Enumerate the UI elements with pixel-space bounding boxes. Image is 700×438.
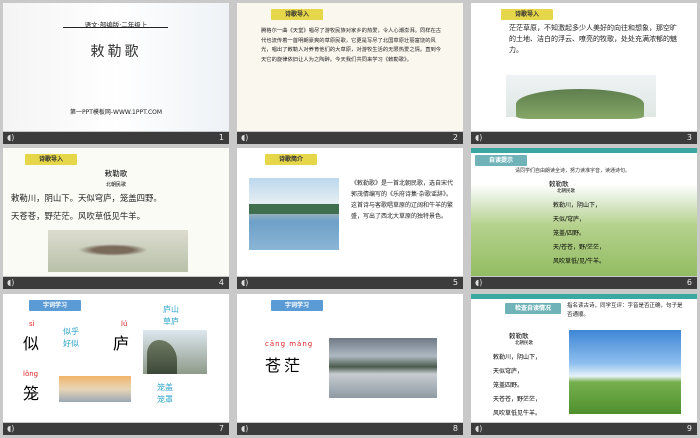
slide-number: 7 bbox=[218, 424, 224, 433]
words-lu: 庐山 草庐 bbox=[163, 305, 179, 326]
hill-image bbox=[506, 75, 656, 119]
section-tag: 诗歌导入 bbox=[271, 9, 323, 20]
top-stripe bbox=[471, 148, 697, 153]
speaker-icon[interactable]: ◖) bbox=[7, 423, 14, 435]
poem-dynasty: 北朝民歌 bbox=[515, 341, 533, 346]
slide-caption-4: ◖) 4 bbox=[3, 277, 229, 289]
poem-line-4: 天/苍苍，野/茫茫， bbox=[553, 244, 606, 251]
slide-caption-8: ◖) 8 bbox=[237, 423, 463, 435]
char-long: 笼 bbox=[23, 384, 40, 403]
slide-thumbnail-7[interactable]: 字词学习 sì 似 似乎 好似 lú 庐 庐山 草庐 lǒng 笼 笼盖 笼罩 bbox=[3, 294, 229, 422]
slide-thumbnail-2[interactable]: 诗歌导入 腾格尔一曲《天堂》唱尽了游牧民族对家乡的热爱，令人心潮澎湃。同样在古代… bbox=[237, 3, 463, 131]
intro-text: 茫茫草原，不知激起多少人美好的向往和想象，那空旷的土地、洁白的浮云、嘹亮的牧歌，… bbox=[509, 24, 677, 54]
poem-line-2: 天似/穹庐， bbox=[553, 216, 586, 223]
slide-bg bbox=[237, 3, 463, 131]
speaker-icon[interactable]: ◖) bbox=[241, 132, 248, 144]
slide-number: 3 bbox=[686, 133, 692, 142]
slide-number: 1 bbox=[218, 133, 224, 142]
poem-line-5: 风吹草低/见/牛羊。 bbox=[553, 258, 606, 265]
poem-line-5: 风吹草低见牛羊。 bbox=[493, 410, 542, 417]
sunset-image bbox=[59, 376, 131, 402]
poem-title: 敕勒歌 bbox=[509, 332, 529, 340]
slide-thumbnail-3[interactable]: 诗歌导入 茫茫草原，不知激起多少人美好的向往和想象，那空旷的土地、洁白的浮云、嘹… bbox=[471, 3, 697, 131]
hint-text: 指名读古诗，同学互评：字音是否正确，句子是否通顺。 bbox=[567, 303, 683, 318]
poem-line-3: 笼盖/四野。 bbox=[553, 230, 586, 237]
poem-line-2: 天苍苍，野茫茫。风吹草低见牛羊。 bbox=[11, 211, 145, 221]
slide-caption-2: ◖) 2 bbox=[237, 132, 463, 144]
slide-footer: 第一PPT模板网-WWW.1PPT.COM bbox=[69, 109, 163, 116]
intro-text: 腾格尔一曲《天堂》唱尽了游牧民族对家乡的热爱，令人心潮澎湃。同样在古代也流传着一… bbox=[261, 28, 442, 63]
slide-thumbnail-6[interactable]: 自读提示 请同学们自由朗读全诗，努力读准字音，读通诗句。 敕勒歌 北朝民歌 敕勒… bbox=[471, 148, 697, 276]
herd-image bbox=[48, 230, 188, 272]
section-tag: 诗歌导入 bbox=[501, 9, 553, 20]
slide-number: 9 bbox=[686, 424, 692, 433]
poem-title: 敕勒歌 bbox=[104, 169, 128, 178]
slide-thumbnail-5[interactable]: 诗歌简介 《敕勒歌》是一首北朝民歌，选自宋代郭茂倩编写的《乐府诗集·杂歌谣辞》。… bbox=[237, 148, 463, 276]
slide-caption-5: ◖) 5 bbox=[237, 277, 463, 289]
slide-caption-9: ◖) 9 bbox=[471, 423, 697, 435]
poem-line-3: 笼盖四野。 bbox=[493, 382, 524, 389]
speaker-icon[interactable]: ◖) bbox=[241, 423, 248, 435]
speaker-icon[interactable]: ◖) bbox=[475, 277, 482, 289]
slide-caption-3: ◖) 3 bbox=[471, 132, 697, 144]
poem-title: 敕勒歌 bbox=[549, 180, 569, 188]
speaker-icon[interactable]: ◖) bbox=[475, 132, 482, 144]
words-si: 似乎 好似 bbox=[63, 327, 79, 348]
section-tag: 字词学习 bbox=[29, 300, 81, 311]
slide-thumbnail-1[interactable]: 语文·部编版·二年级上 敕勒歌 第一PPT模板网-WWW.1PPT.COM bbox=[3, 3, 229, 131]
poem-line-2: 天似穹庐， bbox=[493, 368, 524, 375]
lake-image bbox=[329, 338, 437, 398]
slide-subtitle: 语文·部编版·二年级上 bbox=[84, 21, 148, 29]
mountain-image bbox=[143, 330, 207, 374]
section-tag: 诗歌简介 bbox=[265, 154, 317, 165]
poem-dynasty: 北朝民歌 bbox=[557, 189, 575, 194]
char-si: 似 bbox=[23, 334, 40, 353]
word-pinyin: cāng máng bbox=[265, 340, 314, 348]
slide-number: 5 bbox=[452, 278, 458, 287]
intro-text: 《敕勒歌》是一首北朝民歌，选自宋代郭茂倩编写的《乐府诗集·杂歌谣辞》。这首诗与客… bbox=[351, 180, 454, 220]
slide-number: 8 bbox=[452, 424, 458, 433]
speaker-icon[interactable]: ◖) bbox=[7, 132, 14, 144]
slide-thumbnail-8[interactable]: 字词学习 cāng máng 苍茫 bbox=[237, 294, 463, 422]
poem-line-1: 敕勒川，阴山下。天似穹庐，笼盖四野。 bbox=[11, 193, 162, 203]
section-tag: 诗歌导入 bbox=[25, 154, 77, 165]
poem-dynasty: 北朝民歌 bbox=[105, 182, 126, 188]
slide-caption-1: ◖) 1 bbox=[3, 132, 229, 144]
pinyin-lu: lú bbox=[121, 320, 128, 328]
speaker-icon[interactable]: ◖) bbox=[475, 423, 482, 435]
poem-line-1: 敕勒川，阴山下， bbox=[493, 354, 542, 361]
slide-number: 6 bbox=[686, 278, 692, 287]
poem-line-4: 天苍苍，野茫茫， bbox=[493, 396, 542, 403]
pinyin-long: lǒng bbox=[23, 370, 39, 378]
char-lu: 庐 bbox=[113, 334, 130, 353]
vocab-word: 苍茫 bbox=[265, 356, 304, 375]
speaker-icon[interactable]: ◖) bbox=[7, 277, 14, 289]
slide-number: 2 bbox=[452, 133, 458, 142]
hint-text: 请同学们自由朗读全诗，努力读准字音，读通诗句。 bbox=[515, 168, 631, 174]
slide-thumbnail-9[interactable]: 检查自读情况 指名读古诗，同学互评：字音是否正确，句子是否通顺。 敕勒歌 北朝民… bbox=[471, 294, 697, 422]
slide-number: 4 bbox=[218, 278, 224, 287]
top-stripe bbox=[471, 294, 697, 299]
grassland-image bbox=[569, 330, 681, 414]
poem-line-1: 敕勒川，阴山下， bbox=[553, 202, 602, 209]
slide-title: 敕勒歌 bbox=[90, 44, 142, 60]
words-long: 笼盖 笼罩 bbox=[157, 383, 173, 404]
slide-thumbnail-4[interactable]: 诗歌导入 敕勒歌 北朝民歌 敕勒川，阴山下。天似穹庐，笼盖四野。 天苍苍，野茫茫… bbox=[3, 148, 229, 276]
slide-caption-6: ◖) 6 bbox=[471, 277, 697, 289]
section-tag: 自读提示 bbox=[475, 155, 527, 166]
slide-caption-7: ◖) 7 bbox=[3, 423, 229, 435]
speaker-icon[interactable]: ◖) bbox=[241, 277, 248, 289]
pinyin-si: sì bbox=[29, 320, 35, 328]
section-tag: 字词学习 bbox=[271, 300, 323, 311]
lake-mountain-image bbox=[249, 178, 339, 250]
section-tag: 检查自读情况 bbox=[505, 303, 561, 314]
